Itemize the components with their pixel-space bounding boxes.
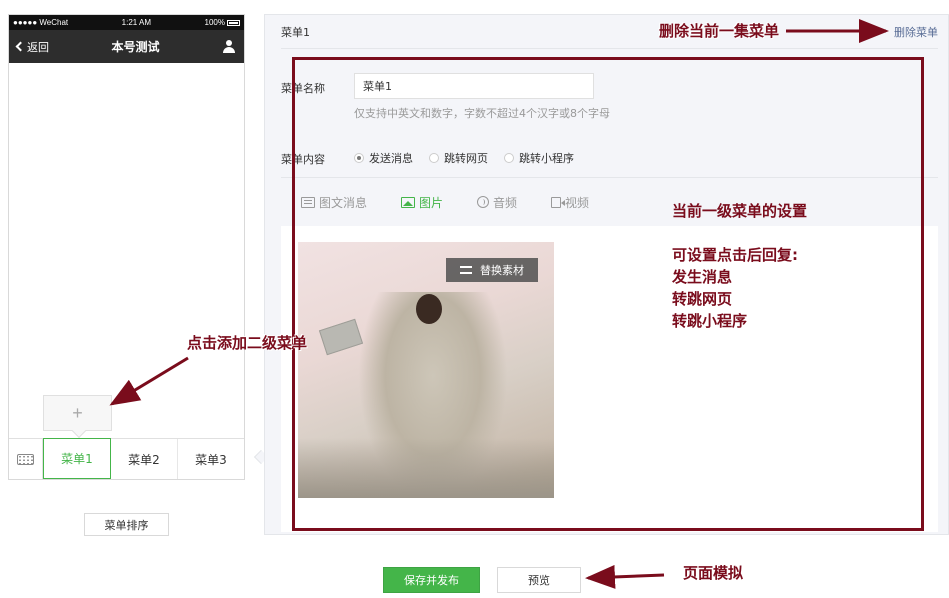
settings-annotation-line: 转跳小程序 [672, 312, 748, 330]
preview-annotation: 页面模拟 [683, 564, 744, 582]
account-title: 本号测试 [111, 40, 160, 54]
panel-title: 菜单1 [281, 25, 310, 39]
status-time: 1:21 AM [121, 18, 152, 27]
phone-nav-bar: 返回 本号测试 [9, 30, 244, 63]
save-publish-button[interactable]: 保存并发布 [383, 567, 480, 593]
chevron-left-icon [15, 41, 26, 52]
settings-annotation-title: 当前一级菜单的设置 [672, 202, 808, 220]
preview-button[interactable]: 预览 [497, 567, 581, 593]
keyboard-toggle[interactable] [9, 439, 43, 479]
panel-header: 菜单1 删除菜单 [281, 15, 938, 49]
battery-icon [227, 19, 240, 26]
delete-annotation: 删除当前一集菜单 [659, 22, 780, 40]
delete-menu-link[interactable]: 删除菜单 [894, 24, 938, 40]
phone-status-bar: ●●●●● WeChat 1:21 AM 100% [9, 15, 244, 30]
settings-annotation: 当前一级菜单的设置 可设置点击后回复: 发生消息 转跳网页 转跳小程序 [672, 200, 807, 332]
menu-sort-button[interactable]: 菜单排序 [84, 513, 169, 536]
battery-indicator: 100% [205, 18, 240, 27]
menu-tab-1[interactable]: 菜单1 [43, 438, 111, 479]
settings-annotation-line: 发生消息 [672, 268, 733, 286]
add-submenu-annotation: 点击添加二级菜单 [187, 334, 308, 352]
menu-tab-3[interactable]: 菜单3 [178, 439, 244, 479]
phone-preview: ●●●●● WeChat 1:21 AM 100% 返回 本号测试 + 菜单1 … [8, 14, 245, 480]
menu-tab-2[interactable]: 菜单2 [111, 439, 178, 479]
settings-annotation-line: 可设置点击后回复: [672, 246, 798, 264]
settings-highlight-box [292, 57, 924, 531]
person-icon[interactable] [222, 39, 236, 54]
phone-menu-bar: 菜单1 菜单2 菜单3 [9, 438, 244, 479]
add-submenu-button[interactable]: + [43, 395, 112, 431]
preview-arrow [585, 564, 665, 589]
signal-indicator: ●●●●● WeChat [13, 18, 69, 27]
back-button[interactable]: 返回 [15, 39, 49, 55]
keyboard-icon [17, 453, 34, 465]
settings-annotation-line: 转跳网页 [672, 290, 733, 308]
